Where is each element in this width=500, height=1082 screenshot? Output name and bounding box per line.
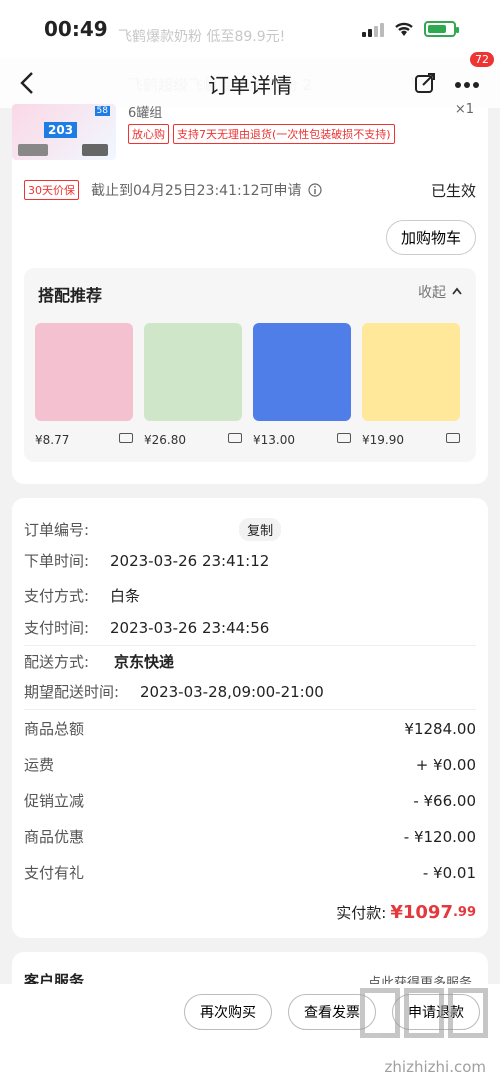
amount-label: 运费 [24,756,55,774]
amount-row: 商品总额 ¥1284.00 [24,718,476,739]
wifi-icon [395,22,413,36]
order-id-label: 订单编号: [24,521,90,539]
ship-method-value: 京东快递 [114,653,175,671]
order-id-row: 订单编号: 复制 [24,518,476,541]
order-time-value: 2023-03-26 23:41:12 [110,551,270,570]
pay-method-label: 支付方式: [24,587,90,605]
amount-value: - ¥0.01 [422,863,476,882]
pay-method-value: 白条 [110,587,141,605]
product-spec: 6罐组 [128,106,163,121]
copy-button[interactable]: 复制 [239,518,282,541]
paid-total-row: 实付款: ¥1097 .99 [24,902,476,923]
reco-item[interactable]: ¥19.90 [362,323,460,447]
pay-time-row: 支付时间: 2023-03-26 23:44:56 [24,617,476,638]
more-menu[interactable]: 72 [454,51,494,93]
info-icon[interactable] [307,183,322,197]
amount-label: 商品总额 [24,720,85,738]
amount-label: 支付有礼 [24,864,85,882]
order-time-row: 下单时间: 2023-03-26 23:41:12 [24,550,476,571]
expected-delivery-label: 期望配送时间: [24,683,120,701]
thumb-label-main: 203 [44,122,78,138]
amount-value: + ¥0.00 [415,755,476,774]
chevron-up-icon[interactable] [452,287,462,295]
amount-row: 支付有礼 - ¥0.01 [24,862,476,883]
watermark-text: zhizhizhi.com [384,1058,486,1076]
order-time-label: 下单时间: [24,552,90,570]
cart-icon[interactable] [446,433,460,443]
amount-row: 促销立减 - ¥66.00 [24,790,476,811]
reco-image-nipple[interactable] [253,323,351,421]
product-tags: 放心购 支持7天无理由退货(一次性包装破损不支持) [128,124,395,144]
pay-method-row: 支付方式: 白条 [24,585,476,606]
amount-value: - ¥66.00 [413,791,476,810]
watermark-logo [360,988,488,1038]
price-protect-tag: 30天价保 [24,180,79,200]
divider [24,645,476,646]
product-thumbnail[interactable]: 203 58 [12,104,116,160]
reco-item[interactable]: ¥26.80 [144,323,242,447]
more-icon[interactable] [454,81,480,89]
reco-title: 搭配推荐 [38,286,103,305]
reco-price: ¥13.00 [253,433,295,447]
paid-label: 实付款: [336,904,387,922]
reco-item[interactable]: ¥8.77 [35,323,133,447]
thumb-label-small: 58 [94,106,110,116]
amount-label: 促销立减 [24,792,85,810]
reco-image-biscuits[interactable] [144,323,242,421]
cart-icon[interactable] [337,433,351,443]
recommendation-panel: 搭配推荐 收起 ¥8.77 ¥26.80 ¥13.00 ¥19.90 [24,268,476,462]
price-protect-row: 30天价保 截止到04月25日23:41:12可申请 已生效 [24,178,476,202]
tag-return-policy: 支持7天无理由退货(一次性包装破损不支持) [173,124,395,144]
product-qty: ×1 [454,102,474,117]
expected-delivery-value: 2023-03-28,09:00-21:00 [140,682,324,701]
status-icons [362,21,459,37]
reco-image-snack[interactable] [362,323,460,421]
rebuy-button[interactable]: 再次购买 [184,994,272,1030]
reco-item[interactable]: ¥13.00 [253,323,351,447]
reco-price: ¥19.90 [362,433,404,447]
amount-row: 运费 + ¥0.00 [24,754,476,775]
share-icon[interactable] [414,72,436,94]
pay-time-label: 支付时间: [24,619,90,637]
ship-method-label: 配送方式: [24,653,90,671]
amount-value: ¥1284.00 [404,719,476,738]
divider [24,709,476,710]
reco-price: ¥26.80 [144,433,186,447]
pay-time-value: 2023-03-26 23:44:56 [110,618,270,637]
amount-row: 商品优惠 - ¥120.00 [24,826,476,847]
reco-price: ¥8.77 [35,433,70,447]
reco-image-wipes[interactable] [35,323,133,421]
price-protect-status: 已生效 [430,181,476,200]
ship-method-row: 配送方式: 京东快递 [24,651,476,672]
price-protect-text: 截止到04月25日23:41:12可申请 [91,183,302,199]
tag-assured: 放心购 [128,124,169,144]
back-arrow-icon[interactable] [20,71,34,95]
add-to-cart-button[interactable]: 加购物车 [385,220,476,255]
paid-cents: .99 [452,905,476,920]
cart-icon[interactable] [228,433,242,443]
status-bar: 00:49 [0,0,500,58]
paid-amount: ¥1097 [390,902,453,923]
amount-label: 商品优惠 [24,828,85,846]
message-badge: 72 [470,51,494,67]
expected-delivery-row: 期望配送时间: 2023-03-28,09:00-21:00 [24,681,476,702]
nav-bar: 订单详情 72 [0,51,500,108]
amount-value: - ¥120.00 [403,827,476,846]
signal-icon [362,21,384,37]
reco-collapse[interactable]: 收起 [418,282,446,302]
status-time: 00:49 [44,17,108,41]
cart-icon[interactable] [119,433,133,443]
nav-actions: 72 [414,51,494,94]
battery-icon [424,21,459,37]
